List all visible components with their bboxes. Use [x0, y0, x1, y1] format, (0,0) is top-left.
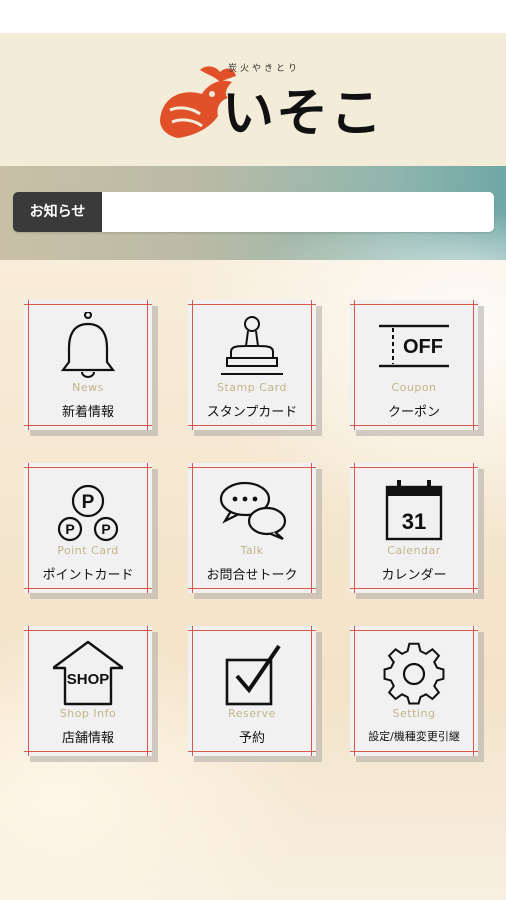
menu-tile-stamp-card[interactable]: Stamp Card スタンプカード: [188, 300, 316, 430]
menu-tile-shop-info[interactable]: SHOP Shop Info 店舗情報: [24, 626, 152, 756]
chat-bubbles-icon: [219, 481, 287, 541]
tile-label-en: Talk: [240, 544, 264, 557]
status-bar: [0, 0, 506, 33]
menu-tile-coupon[interactable]: OFF Coupon クーポン: [350, 300, 478, 430]
tile-label-en: Coupon: [391, 381, 437, 394]
tile-label-en: Calendar: [387, 544, 441, 557]
tile-label-en: Setting: [392, 707, 436, 720]
menu-tile-talk[interactable]: Talk お問合せトーク: [188, 463, 316, 593]
gear-icon: [383, 642, 445, 705]
tile-label-en: Stamp Card: [217, 381, 287, 394]
checkbox-icon: [225, 644, 281, 706]
tile-label-ja: ポイントカード: [42, 568, 134, 583]
tile-label-ja: 予約: [238, 731, 265, 746]
tile-label-ja: 新着情報: [61, 405, 114, 420]
tile-label-ja: 設定/機種変更引継: [368, 730, 460, 743]
news-label: お知らせ: [13, 192, 102, 232]
calendar-icon: 31: [385, 480, 443, 541]
news-ticker[interactable]: お知らせ: [13, 192, 494, 232]
tile-label-en: Point Card: [57, 544, 119, 557]
menu-tile-calendar[interactable]: 31 Calendar カレンダー: [350, 463, 478, 593]
tile-label-ja: カレンダー: [381, 568, 447, 583]
logo-name: いそこ: [222, 83, 385, 144]
svg-text:P: P: [101, 521, 110, 537]
menu-tile-news[interactable]: News 新着情報: [24, 300, 152, 430]
tile-label-ja: クーポン: [387, 405, 440, 420]
svg-text:P: P: [65, 521, 74, 537]
menu-tile-point-card[interactable]: P P P Point Card ポイントカード: [24, 463, 152, 593]
stamp-icon: [221, 316, 283, 375]
logo-tagline: 炭火やきとり: [228, 64, 301, 74]
tile-label-ja: 店舗情報: [61, 731, 114, 746]
tile-label-ja: スタンプカード: [206, 405, 298, 420]
app-header: 炭火やきとり いそこ: [0, 33, 506, 166]
menu-tile-setting[interactable]: Setting 設定/機種変更引継: [350, 626, 478, 756]
tile-label-en: Reserve: [228, 707, 276, 720]
tile-label-en: Shop Info: [59, 707, 117, 720]
menu-tile-reserve[interactable]: Reserve 予約: [188, 626, 316, 756]
point-coins-icon: P P P: [57, 484, 119, 542]
coupon-icon: OFF: [379, 324, 449, 368]
tile-label-en: News: [72, 381, 104, 394]
svg-text:OFF: OFF: [403, 336, 443, 358]
bell-icon: [60, 312, 116, 378]
svg-text:P: P: [82, 492, 95, 513]
tile-label-ja: お問合せトーク: [206, 568, 298, 583]
svg-text:31: 31: [402, 509, 426, 534]
shop-icon: SHOP: [53, 640, 123, 706]
svg-text:SHOP: SHOP: [67, 671, 110, 688]
